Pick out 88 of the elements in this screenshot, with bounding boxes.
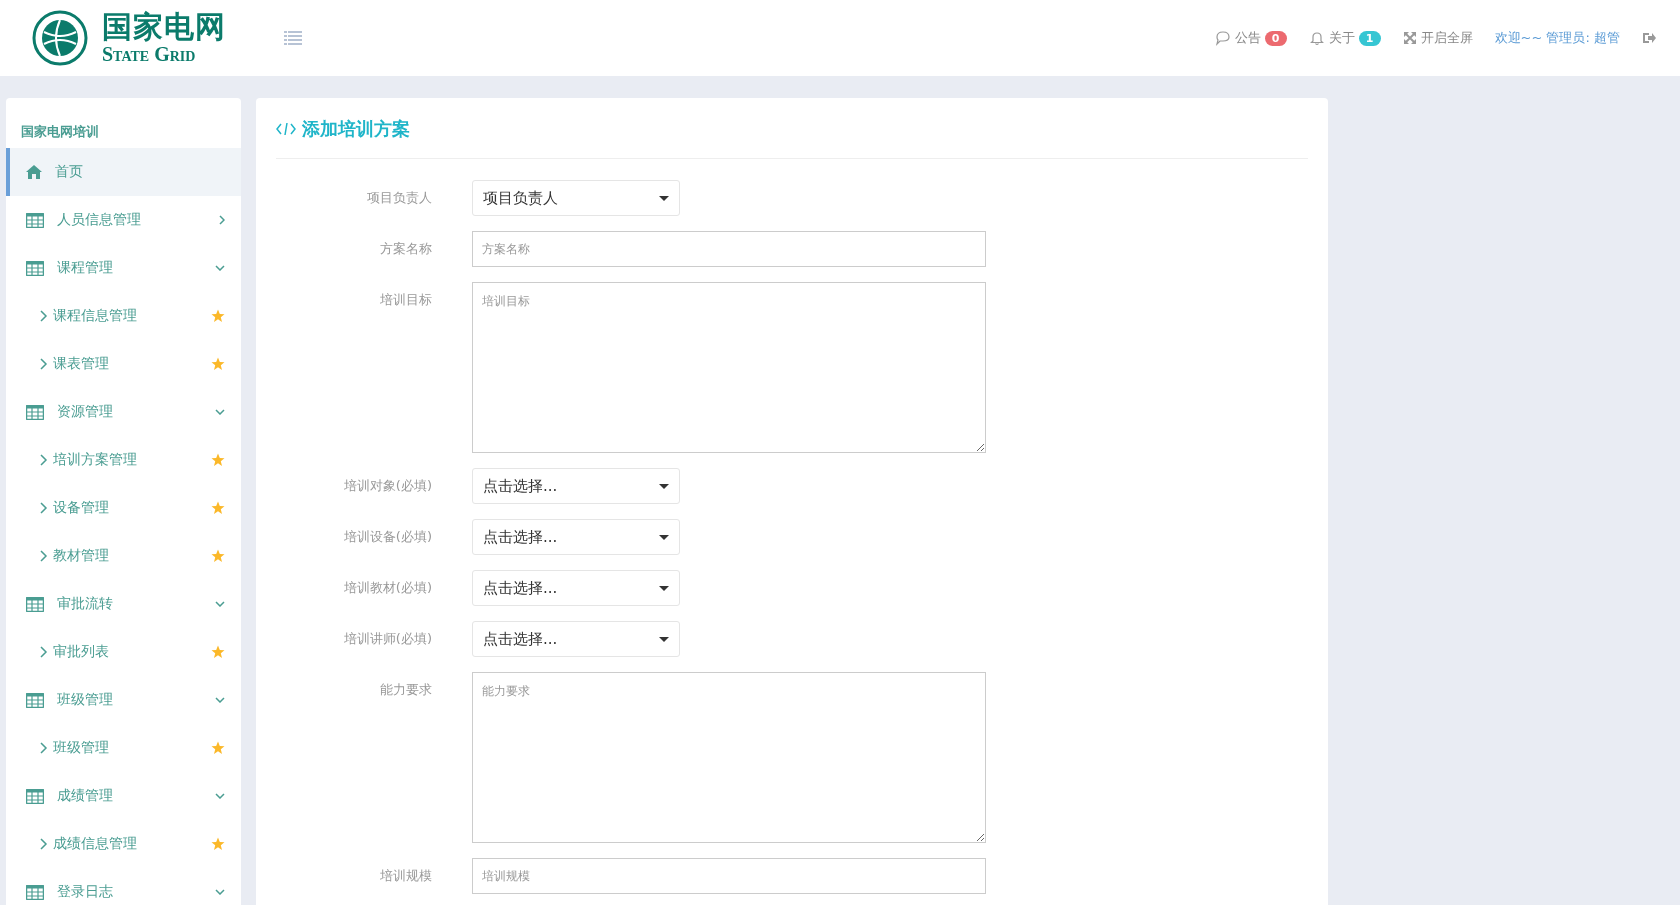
chevron-right-icon bbox=[219, 215, 225, 225]
dropdown-field[interactable]: 点击选择... bbox=[472, 468, 680, 504]
field-label: 培训规模 bbox=[379, 867, 433, 885]
text-field[interactable]: 培训规模 bbox=[472, 858, 986, 894]
chevron-right-icon bbox=[40, 358, 48, 370]
menu-icon[interactable] bbox=[284, 30, 302, 46]
chevron-right-icon bbox=[40, 502, 48, 514]
field-label: 培训设备(必填) bbox=[342, 528, 433, 546]
dropdown-field[interactable]: 点击选择... bbox=[472, 519, 680, 555]
table-icon bbox=[26, 212, 44, 228]
notice-link[interactable]: 公告 0 bbox=[1214, 29, 1287, 47]
sidebar-item[interactable]: 审批流转 bbox=[6, 580, 241, 628]
user-link[interactable]: 欢迎~~ 管理员: 超管 bbox=[1494, 29, 1620, 47]
chevron-right-icon bbox=[40, 550, 48, 562]
chevron-down-icon bbox=[215, 697, 225, 703]
star-icon bbox=[211, 741, 225, 755]
brand-name-english: State Grid bbox=[102, 43, 197, 65]
field-label: 培训讲师(必填) bbox=[342, 630, 433, 648]
house-icon bbox=[26, 164, 42, 180]
dropdown-field[interactable]: 项目负责人 bbox=[472, 180, 680, 216]
caret-icon bbox=[659, 195, 669, 201]
sidebar-subitem[interactable]: 成绩信息管理 bbox=[6, 820, 241, 868]
chevron-down-icon bbox=[215, 889, 225, 895]
star-icon bbox=[211, 357, 225, 371]
count-badge: 0 bbox=[1264, 30, 1287, 46]
sidebar-title: 国家电网培训 bbox=[20, 123, 100, 141]
field-label: 方案名称 bbox=[379, 240, 433, 258]
caret-icon bbox=[659, 534, 669, 540]
expand-icon bbox=[1402, 31, 1417, 45]
caret-icon bbox=[659, 483, 669, 489]
sidebar-item[interactable]: 登录日志 bbox=[6, 868, 241, 905]
caret-icon bbox=[659, 636, 669, 642]
chevron-right-icon bbox=[40, 742, 48, 754]
star-icon bbox=[211, 837, 225, 851]
text-field[interactable]: 方案名称 bbox=[472, 231, 986, 267]
sidebar-item[interactable]: 首页 bbox=[6, 148, 241, 196]
chevron-right-icon bbox=[40, 838, 48, 850]
sidebar-subitem[interactable]: 设备管理 bbox=[6, 484, 241, 532]
table-icon bbox=[26, 596, 44, 612]
caret-icon bbox=[659, 585, 669, 591]
field-label: 能力要求 bbox=[379, 681, 433, 699]
field-label: 培训教材(必填) bbox=[342, 579, 433, 597]
chevron-down-icon bbox=[215, 601, 225, 607]
code-icon bbox=[276, 121, 296, 137]
sidebar-subitem[interactable]: 班级管理 bbox=[6, 724, 241, 772]
star-icon bbox=[211, 549, 225, 563]
sidebar-subitem[interactable]: 教材管理 bbox=[6, 532, 241, 580]
table-icon bbox=[26, 788, 44, 804]
fullscreen-link[interactable]: 开启全屏 bbox=[1402, 29, 1473, 47]
brand-name: 国家电网 bbox=[102, 11, 226, 43]
about-link[interactable]: 关于 1 bbox=[1308, 29, 1381, 47]
chevron-down-icon bbox=[215, 793, 225, 799]
sidebar-item[interactable]: 人员信息管理 bbox=[6, 196, 241, 244]
logout-button[interactable] bbox=[1642, 31, 1656, 45]
star-icon bbox=[211, 501, 225, 515]
bell-icon bbox=[1308, 30, 1325, 46]
table-icon bbox=[26, 884, 44, 900]
field-label: 项目负责人 bbox=[366, 189, 433, 207]
dropdown-field[interactable]: 点击选择... bbox=[472, 570, 680, 606]
chevron-down-icon bbox=[215, 265, 225, 271]
field-label: 培训对象(必填) bbox=[342, 477, 433, 495]
globe-logo-icon bbox=[32, 10, 88, 66]
sidebar-item[interactable]: 资源管理 bbox=[6, 388, 241, 436]
sidebar-subitem[interactable]: 审批列表 bbox=[6, 628, 241, 676]
chevron-right-icon bbox=[40, 454, 48, 466]
sidebar-subitem[interactable]: 课程信息管理 bbox=[6, 292, 241, 340]
count-badge: 1 bbox=[1358, 30, 1381, 46]
sidebar-subitem[interactable]: 课表管理 bbox=[6, 340, 241, 388]
star-icon bbox=[211, 309, 225, 323]
table-icon bbox=[26, 260, 44, 276]
table-icon bbox=[26, 692, 44, 708]
star-icon bbox=[211, 453, 225, 467]
exit-icon bbox=[1642, 31, 1656, 45]
sidebar-subitem[interactable]: 培训方案管理 bbox=[6, 436, 241, 484]
chevron-right-icon bbox=[40, 310, 48, 322]
dropdown-field[interactable]: 点击选择... bbox=[472, 621, 680, 657]
text-area[interactable]: 培训目标 bbox=[472, 282, 986, 453]
sidebar-item[interactable]: 班级管理 bbox=[6, 676, 241, 724]
star-icon bbox=[211, 645, 225, 659]
sidebar-item[interactable]: 课程管理 bbox=[6, 244, 241, 292]
chevron-down-icon bbox=[215, 409, 225, 415]
text-area[interactable]: 能力要求 bbox=[472, 672, 986, 843]
sidebar-item[interactable]: 成绩管理 bbox=[6, 772, 241, 820]
speech-bubble-icon bbox=[1214, 30, 1231, 46]
field-label: 培训目标 bbox=[379, 291, 433, 309]
form-title: 添加培训方案 bbox=[302, 118, 410, 141]
table-icon bbox=[26, 404, 44, 420]
chevron-right-icon bbox=[40, 646, 48, 658]
